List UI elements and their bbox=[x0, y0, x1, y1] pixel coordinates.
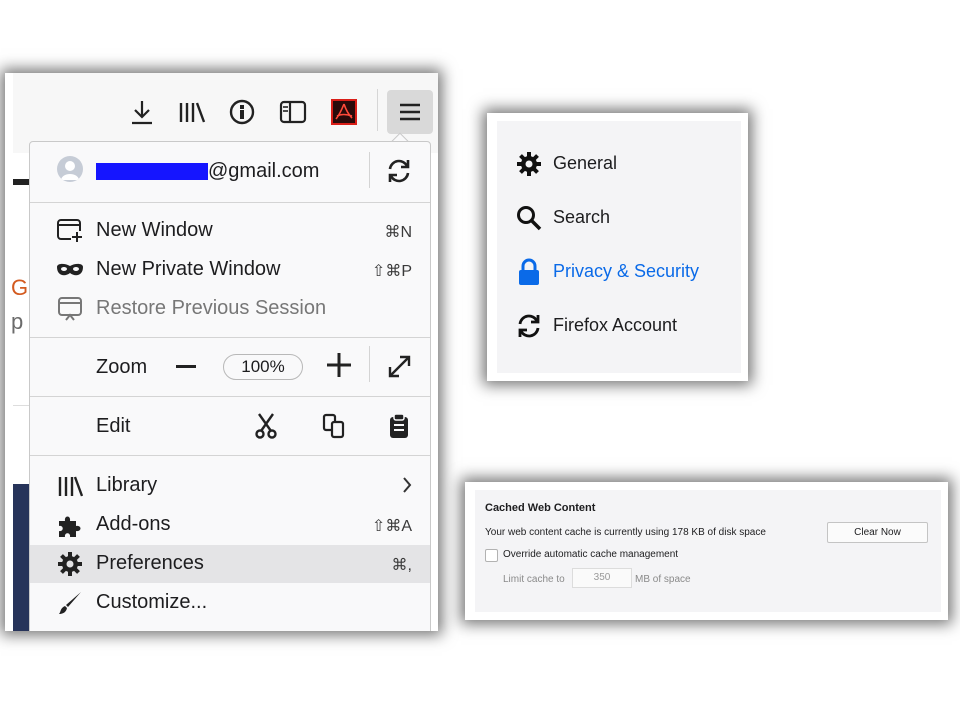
override-cache-checkbox[interactable] bbox=[485, 549, 498, 562]
lock-icon bbox=[515, 258, 543, 286]
edit-label: Edit bbox=[96, 415, 131, 437]
menu-separator bbox=[30, 337, 430, 338]
menu-separator bbox=[30, 202, 430, 203]
category-search[interactable]: Search bbox=[497, 199, 741, 235]
page-letter-g: G bbox=[11, 275, 29, 300]
library-icon[interactable] bbox=[177, 97, 207, 127]
category-firefox-account[interactable]: Firefox Account bbox=[497, 307, 741, 343]
page-heading-bar bbox=[13, 179, 29, 185]
menu-separator bbox=[30, 396, 430, 397]
email-redaction bbox=[96, 163, 208, 180]
page-letter-p: p bbox=[11, 309, 24, 334]
menu-item-restore-session[interactable]: Restore Previous Session bbox=[30, 290, 430, 328]
menu-item-label: Customize... bbox=[96, 591, 208, 613]
menu-item-library[interactable]: Library bbox=[30, 467, 430, 505]
menu-separator bbox=[30, 455, 430, 456]
app-menu-panel: @gmail.com New Window ⌘N New Private Win… bbox=[29, 141, 431, 631]
menu-item-new-window[interactable]: New Window ⌘N bbox=[30, 212, 430, 250]
download-icon[interactable] bbox=[127, 97, 157, 127]
menu-item-shortcut: ⇧⌘A bbox=[371, 518, 412, 535]
category-label: General bbox=[553, 153, 618, 173]
zoom-in-button[interactable] bbox=[324, 350, 354, 380]
menu-item-label: Restore Previous Session bbox=[96, 297, 327, 319]
cache-size-input[interactable]: 350 bbox=[572, 568, 632, 588]
firefox-menu-screenshot: G p @gmail.com New Window ⌘N New Private… bbox=[5, 73, 438, 631]
category-label: Firefox Account bbox=[553, 315, 678, 335]
preferences-sidebar: General Search Privacy & Security Firefo… bbox=[497, 121, 741, 373]
paste-button[interactable] bbox=[384, 410, 414, 442]
private-mask-icon bbox=[56, 257, 84, 283]
library-icon bbox=[56, 473, 84, 499]
menu-item-preferences[interactable]: Preferences ⌘, bbox=[30, 545, 430, 583]
copy-icon bbox=[322, 413, 345, 439]
hamburger-menu-button[interactable] bbox=[387, 90, 433, 134]
cache-size-unit: MB of space bbox=[635, 574, 691, 585]
info-icon[interactable] bbox=[227, 97, 257, 127]
paste-clipboard-icon bbox=[390, 413, 408, 438]
cache-usage-text: Your web content cache is currently usin… bbox=[485, 527, 766, 538]
menu-item-label: Preferences bbox=[96, 552, 204, 574]
override-cache-label[interactable]: Override automatic cache management bbox=[503, 549, 678, 560]
clear-now-button[interactable]: Clear Now bbox=[827, 522, 928, 543]
copy-button[interactable] bbox=[319, 410, 349, 442]
plus-icon bbox=[327, 353, 351, 377]
menu-item-shortcut: ⇧⌘P bbox=[371, 263, 412, 280]
fullscreen-icon bbox=[388, 355, 411, 378]
sync-icon bbox=[388, 159, 410, 183]
category-general[interactable]: General bbox=[497, 145, 741, 181]
zoom-separator bbox=[369, 346, 370, 382]
restore-session-icon bbox=[56, 296, 84, 322]
pdf-icon[interactable] bbox=[329, 97, 359, 127]
account-separator bbox=[369, 152, 370, 188]
menu-item-label: New Private Window bbox=[96, 258, 281, 280]
fullscreen-button[interactable] bbox=[386, 352, 414, 380]
cache-settings-screenshot: Cached Web Content Your web content cach… bbox=[465, 482, 948, 620]
preferences-sidebar-screenshot: General Search Privacy & Security Firefo… bbox=[487, 113, 748, 381]
toolbar-separator bbox=[377, 89, 378, 131]
limit-cache-label: Limit cache to bbox=[503, 574, 565, 585]
cache-settings-section: Cached Web Content Your web content cach… bbox=[475, 490, 941, 612]
menu-item-new-private-window[interactable]: New Private Window ⇧⌘P bbox=[30, 251, 430, 289]
gear-icon bbox=[56, 551, 84, 577]
menu-item-label: New Window bbox=[96, 219, 213, 241]
menu-item-shortcut: ⌘N bbox=[384, 224, 412, 241]
menu-item-label: Add-ons bbox=[96, 513, 171, 535]
sync-icon bbox=[515, 312, 543, 340]
category-label: Search bbox=[553, 207, 611, 227]
menu-item-label: Library bbox=[96, 474, 158, 496]
account-email-suffix: @gmail.com bbox=[208, 160, 320, 182]
new-window-icon bbox=[56, 218, 84, 244]
category-privacy-security[interactable]: Privacy & Security bbox=[497, 253, 741, 289]
menu-item-add-ons[interactable]: Add-ons ⇧⌘A bbox=[30, 506, 430, 544]
avatar bbox=[57, 156, 83, 182]
hamburger-menu-icon bbox=[400, 103, 420, 121]
sync-button[interactable] bbox=[384, 156, 414, 186]
category-label: Privacy & Security bbox=[553, 261, 700, 281]
sidebar-icon[interactable] bbox=[278, 97, 308, 127]
paintbrush-icon bbox=[56, 590, 84, 616]
menu-item-shortcut: ⌘, bbox=[391, 557, 412, 574]
section-title: Cached Web Content bbox=[485, 502, 596, 514]
scissors-icon bbox=[255, 413, 277, 439]
chevron-right-icon bbox=[402, 477, 412, 498]
zoom-reset-button[interactable]: 100% bbox=[223, 354, 303, 380]
zoom-label: Zoom bbox=[96, 356, 148, 378]
cut-button[interactable] bbox=[251, 410, 281, 442]
minus-icon bbox=[176, 365, 196, 368]
zoom-out-button[interactable] bbox=[173, 352, 199, 382]
puzzle-icon bbox=[56, 512, 84, 538]
search-icon bbox=[515, 204, 543, 232]
menu-item-customize[interactable]: Customize... bbox=[30, 584, 430, 622]
gear-icon bbox=[515, 150, 543, 178]
